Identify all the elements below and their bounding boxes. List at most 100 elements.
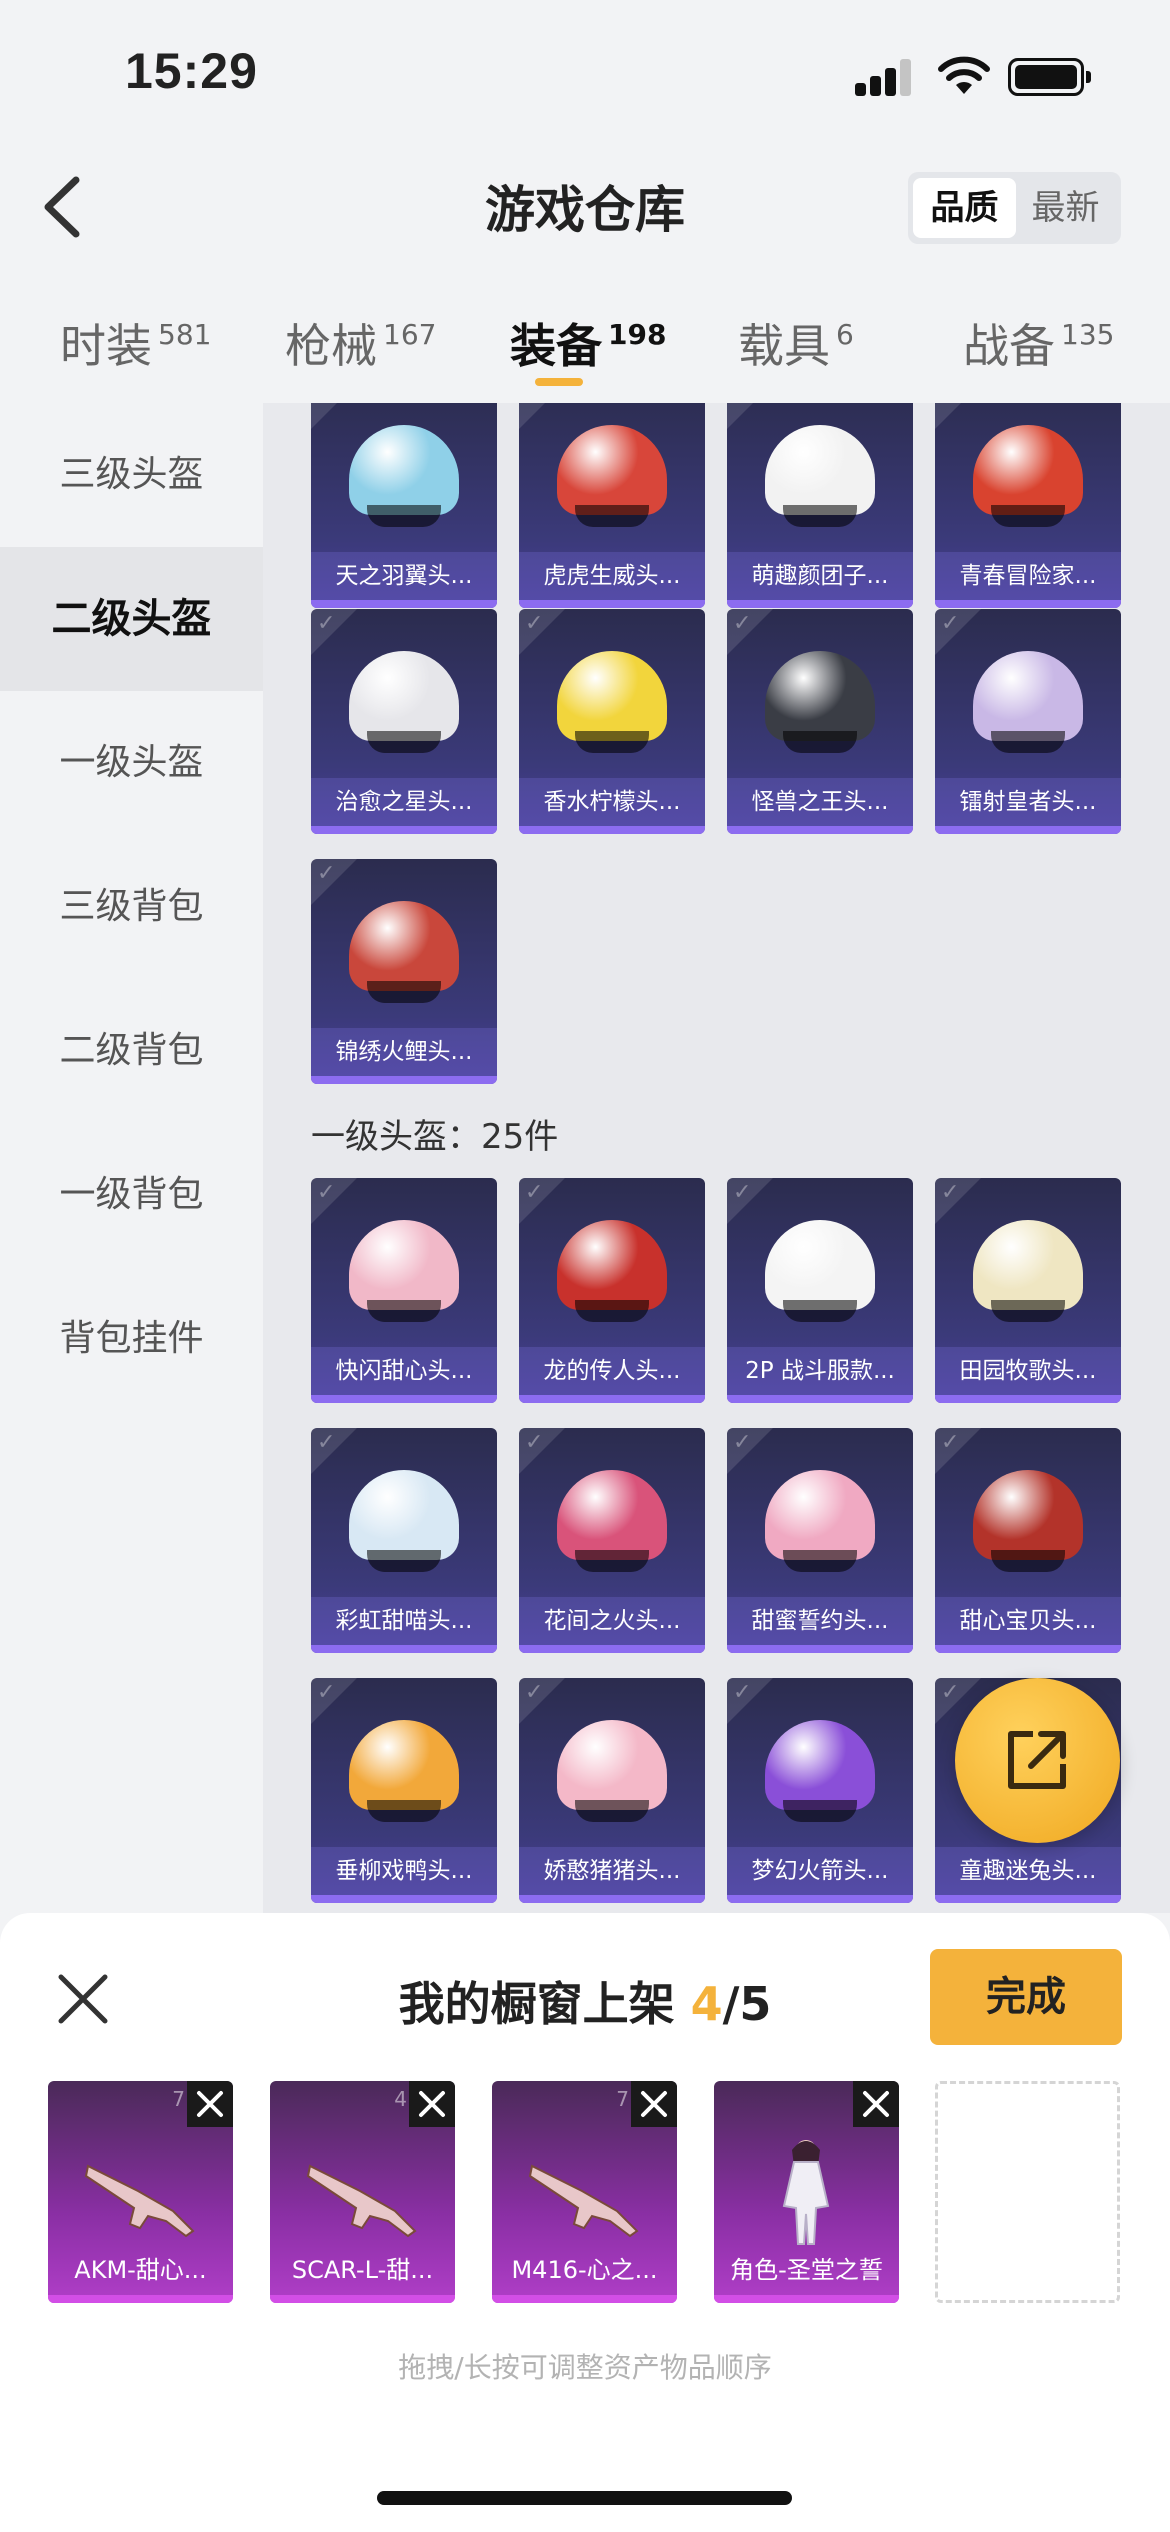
- helmet-name: 彩虹甜喵头...: [311, 1597, 497, 1645]
- checkmark-icon: [935, 1178, 981, 1224]
- helmet-card[interactable]: 镭射皇者头...: [935, 609, 1121, 834]
- helmet-icon: [349, 1470, 459, 1572]
- tab-label: 时装: [60, 319, 152, 373]
- helmet-card[interactable]: 怪兽之王头...: [727, 609, 913, 834]
- battery-icon: [1008, 58, 1091, 96]
- helmet-card[interactable]: 锦绣火鲤头...: [311, 859, 497, 1084]
- showcase-slot[interactable]: 4 SCAR-L-甜...: [270, 2081, 455, 2303]
- tab-vehicles[interactable]: 载具 6: [738, 310, 854, 376]
- helmet-card[interactable]: 花间之火头...: [519, 1428, 705, 1653]
- checkmark-icon: [311, 1178, 357, 1224]
- checkmark-icon: [519, 609, 565, 655]
- share-icon: [1008, 1731, 1066, 1789]
- helmet-name: 萌趣颜团子...: [727, 552, 913, 600]
- helmet-name: 甜心宝贝头...: [935, 1597, 1121, 1645]
- helmet-card[interactable]: 垂柳戏鸭头...: [311, 1678, 497, 1903]
- quality-bar: [311, 1076, 497, 1084]
- quality-bar: [311, 600, 497, 608]
- sort-newest-button[interactable]: 最新: [1014, 178, 1117, 238]
- helmet-icon: [349, 425, 459, 527]
- helmet-name: 娇憨猪猪头...: [519, 1847, 705, 1895]
- showcase-slot[interactable]: 7 M416-心之...: [492, 2081, 677, 2303]
- helmet-name: 锦绣火鲤头...: [311, 1028, 497, 1076]
- helmet-card[interactable]: 彩虹甜喵头...: [311, 1428, 497, 1653]
- helmet-card[interactable]: 梦幻火箭头...: [727, 1678, 913, 1903]
- helmet-name: 镭射皇者头...: [935, 778, 1121, 826]
- showcase-total-count: /5: [722, 1977, 772, 2031]
- helmet-card[interactable]: 快闪甜心头...: [311, 1178, 497, 1403]
- quality-bar: [519, 826, 705, 834]
- helmet-icon: [557, 651, 667, 753]
- sidebar-item-level1-backpack[interactable]: 一级背包: [0, 1123, 263, 1267]
- helmet-name: 垂柳戏鸭头...: [311, 1847, 497, 1895]
- helmet-card[interactable]: 龙的传人头...: [519, 1178, 705, 1403]
- remove-item-button[interactable]: [187, 2081, 233, 2127]
- sort-toggle: 品质 最新: [908, 172, 1121, 244]
- helmet-icon: [973, 1220, 1083, 1322]
- remove-item-button[interactable]: [853, 2081, 899, 2127]
- tab-weapons[interactable]: 枪械 167: [285, 310, 436, 376]
- quality-bar: [727, 1395, 913, 1403]
- helmet-icon: [973, 1470, 1083, 1572]
- quality-bar: [519, 1645, 705, 1653]
- quality-bar: [311, 1645, 497, 1653]
- empty-showcase-slot[interactable]: [935, 2081, 1120, 2303]
- sidebar-item-level3-helmet[interactable]: 三级头盔: [0, 403, 263, 547]
- quality-bar: [311, 826, 497, 834]
- helmet-card[interactable]: 天之羽翼头...: [311, 403, 497, 608]
- helmet-card[interactable]: 甜心宝贝头...: [935, 1428, 1121, 1653]
- helmet-card[interactable]: 甜蜜誓约头...: [727, 1428, 913, 1653]
- showcase-slot[interactable]: 角色-圣堂之誓: [714, 2081, 899, 2303]
- done-button[interactable]: 完成: [930, 1949, 1122, 2045]
- checkmark-icon: [311, 403, 357, 429]
- slot-tag: 7: [172, 2087, 185, 2111]
- checkmark-icon: [311, 1428, 357, 1474]
- helmet-card[interactable]: 虎虎生威头...: [519, 403, 705, 608]
- quality-bar: [935, 1895, 1121, 1903]
- tab-gear[interactable]: 战备 135: [963, 310, 1114, 376]
- checkmark-icon: [935, 1428, 981, 1474]
- showcase-item-name: 角色-圣堂之誓: [730, 2256, 883, 2284]
- tab-fashion[interactable]: 时装 581: [60, 310, 211, 376]
- rifle-icon: [522, 2136, 647, 2246]
- sidebar-item-level3-backpack[interactable]: 三级背包: [0, 835, 263, 979]
- sidebar-item-level2-helmet[interactable]: 二级头盔: [0, 547, 263, 691]
- helmet-name: 青春冒险家...: [935, 552, 1121, 600]
- sort-quality-button[interactable]: 品质: [913, 178, 1016, 238]
- cellular-signal-icon: [855, 58, 915, 96]
- showcase-slot[interactable]: 7 AKM-甜心...: [48, 2081, 233, 2303]
- quality-bar: [492, 2295, 677, 2303]
- sidebar-item-level2-backpack[interactable]: 二级背包: [0, 979, 263, 1123]
- checkmark-icon: [727, 1428, 773, 1474]
- quality-bar: [935, 1395, 1121, 1403]
- share-button[interactable]: [955, 1678, 1120, 1843]
- helmet-card[interactable]: 田园牧歌头...: [935, 1178, 1121, 1403]
- checkmark-icon: [727, 609, 773, 655]
- showcase-sheet: 我的橱窗上架 4/5 完成 7 AKM-甜心... 4 SCAR-L-甜... 7 M41…: [0, 1913, 1170, 2532]
- remove-item-button[interactable]: [409, 2081, 455, 2127]
- helmet-icon: [765, 651, 875, 753]
- quality-bar: [727, 1645, 913, 1653]
- remove-item-button[interactable]: [631, 2081, 677, 2127]
- helmet-card[interactable]: 萌趣颜团子...: [727, 403, 913, 608]
- checkmark-icon: [519, 403, 565, 429]
- quality-bar: [48, 2295, 233, 2303]
- helmet-name: 梦幻火箭头...: [727, 1847, 913, 1895]
- helmet-card[interactable]: 2P 战斗服款...: [727, 1178, 913, 1403]
- quality-bar: [714, 2295, 899, 2303]
- quality-bar: [311, 1895, 497, 1903]
- helmet-card[interactable]: 香水柠檬头...: [519, 609, 705, 834]
- section-title-level1: 一级头盔：25件: [311, 1117, 559, 1157]
- tab-equipment[interactable]: 装备 198: [510, 310, 666, 376]
- quality-bar: [935, 1645, 1121, 1653]
- helmet-card[interactable]: 娇憨猪猪头...: [519, 1678, 705, 1903]
- sidebar-item-backpack-charm[interactable]: 背包挂件: [0, 1267, 263, 1411]
- checkmark-icon: [519, 1178, 565, 1224]
- helmet-icon: [557, 1720, 667, 1822]
- sidebar-item-level1-helmet[interactable]: 一级头盔: [0, 691, 263, 835]
- helmet-card[interactable]: 青春冒险家...: [935, 403, 1121, 608]
- helmet-name: 怪兽之王头...: [727, 778, 913, 826]
- helmet-name: 香水柠檬头...: [519, 778, 705, 826]
- checkmark-icon: [311, 609, 357, 655]
- helmet-card[interactable]: 治愈之星头...: [311, 609, 497, 834]
